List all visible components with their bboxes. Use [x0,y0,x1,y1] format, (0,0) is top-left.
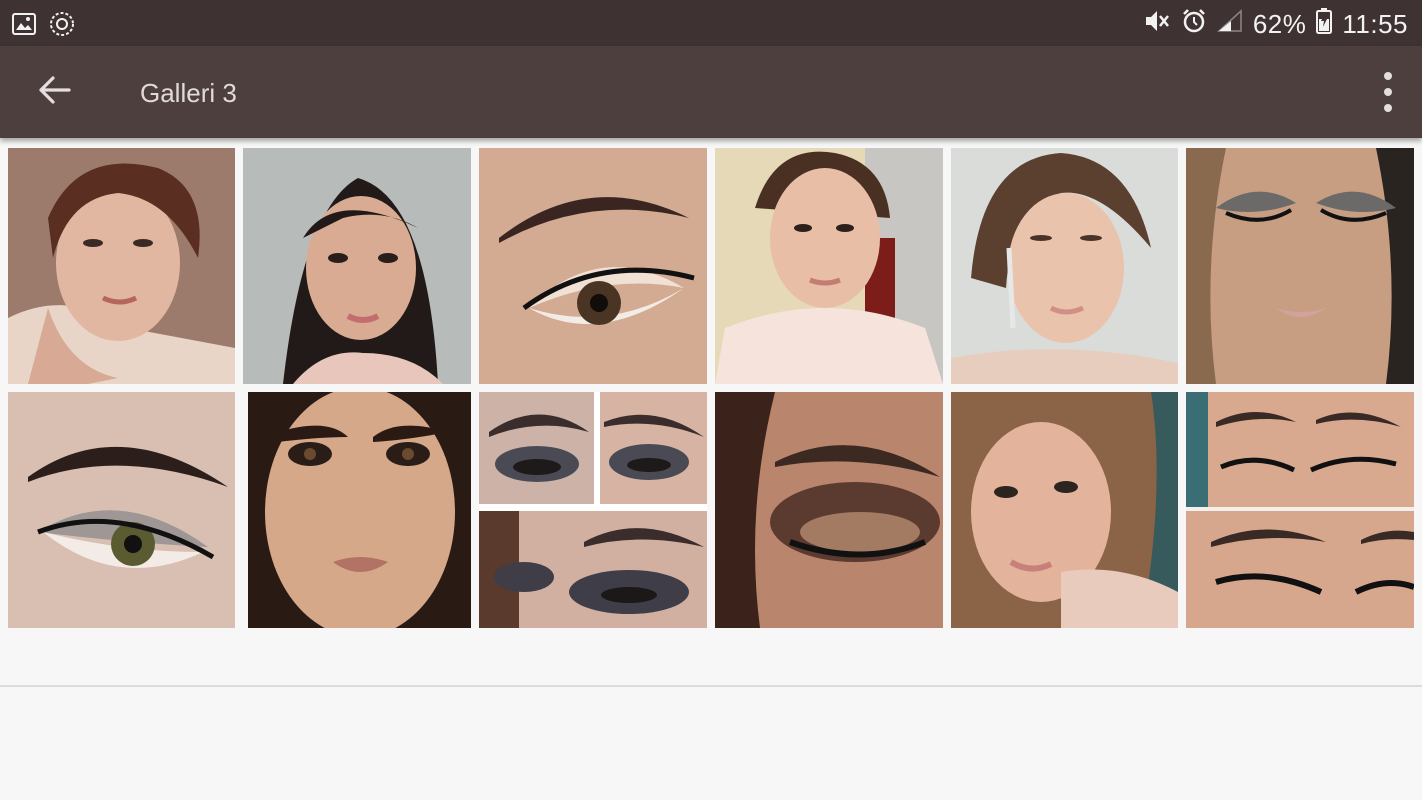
gallery-item-eye-closeup-3[interactable] [715,392,943,628]
alarm-icon [1181,8,1207,41]
more-vert-icon-dot-1 [1384,72,1392,80]
arrow-left-icon [37,75,71,110]
signal-icon [1216,9,1243,40]
more-vert-icon-dot-3 [1384,104,1392,112]
content-divider [0,685,1422,687]
status-right: 62% 11:55 [1143,8,1408,41]
portrait-image [951,392,1178,628]
more-options-button[interactable] [1378,72,1398,112]
eye-image [8,392,235,628]
more-vert-icon-dot-2 [1384,88,1392,96]
gallery-item-portrait-1[interactable] [8,148,235,384]
gallery-item-eye-closeup-1[interactable] [479,148,707,384]
page-title: Galleri 3 [140,78,237,108]
status-left-icons [12,10,76,43]
status-bar: 62% 11:55 [0,0,1422,46]
portrait-image [715,148,943,384]
gallery-item-eye-closeup-2[interactable] [8,392,235,628]
portrait-image [1186,148,1414,384]
battery-percent: 62% [1252,9,1307,39]
gallery-item-smoky-eyes-collage[interactable] [479,392,707,628]
eye-collage-image [1186,392,1414,628]
portrait-image [8,148,235,384]
back-button[interactable] [28,70,80,114]
gallery-item-closed-eyes-1[interactable] [1186,148,1414,384]
sync-icon [48,10,76,43]
eye-collage-image [479,392,707,628]
gallery-item-portrait-5[interactable] [248,392,471,628]
mute-icon [1143,8,1171,41]
gallery-item-portrait-6[interactable] [951,392,1178,628]
portrait-image [248,392,471,628]
gallery-item-portrait-4[interactable] [951,148,1178,384]
app-bar: Galleri 3 [0,46,1422,138]
clock: 11:55 [1342,9,1408,39]
portrait-image [243,148,471,384]
gallery-item-portrait-3[interactable] [715,148,943,384]
eye-image [479,148,707,384]
gallery-item-eyes-collage-2[interactable] [1186,392,1414,628]
gallery-item-portrait-2[interactable] [243,148,471,384]
image-icon [12,13,36,40]
eye-image [715,392,943,628]
battery-icon [1316,8,1333,41]
portrait-image [951,148,1178,384]
